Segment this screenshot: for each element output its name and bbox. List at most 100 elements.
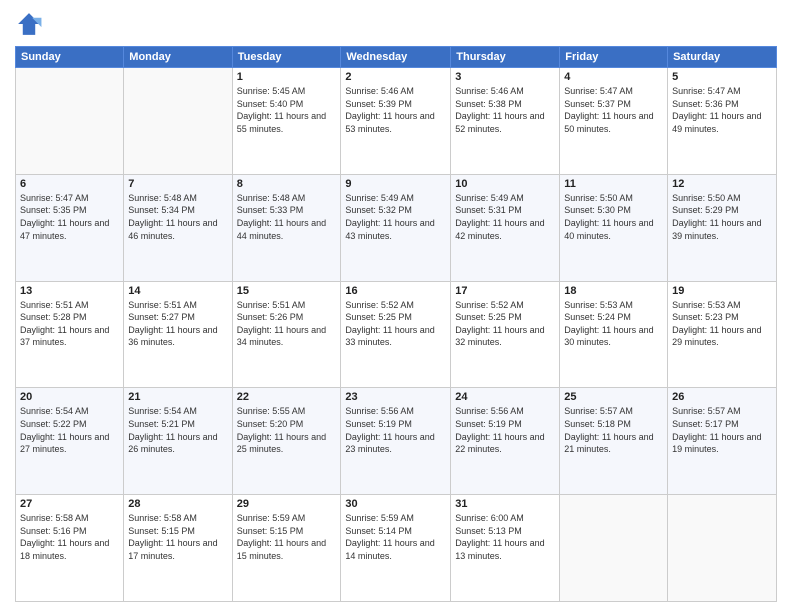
day-cell-1: 1 Sunrise: 5:45 AM Sunset: 5:40 PM Daylig… [232, 68, 341, 175]
col-header-wednesday: Wednesday [341, 47, 451, 68]
day-number: 27 [20, 498, 119, 510]
empty-cell [560, 495, 668, 602]
day-cell-29: 29 Sunrise: 5:59 AM Sunset: 5:15 PM Dayli… [232, 495, 341, 602]
day-cell-16: 16 Sunrise: 5:52 AM Sunset: 5:25 PM Dayli… [341, 281, 451, 388]
calendar-table: SundayMondayTuesdayWednesdayThursdayFrid… [15, 46, 777, 602]
day-number: 26 [672, 391, 772, 403]
day-cell-15: 15 Sunrise: 5:51 AM Sunset: 5:26 PM Dayli… [232, 281, 341, 388]
day-cell-19: 19Sunrise: 5:53 AM Sunset: 5:23 PM Dayli… [668, 281, 777, 388]
col-header-monday: Monday [124, 47, 232, 68]
empty-cell [16, 68, 124, 175]
day-number: 12 [672, 178, 772, 190]
day-info: Sunrise: 5:57 AM Sunset: 5:18 PM Dayligh… [564, 405, 663, 455]
day-cell-5: 5Sunrise: 5:47 AM Sunset: 5:36 PM Daylig… [668, 68, 777, 175]
day-cell-6: 6 Sunrise: 5:47 AM Sunset: 5:35 PM Daylig… [16, 174, 124, 281]
day-cell-4: 4 Sunrise: 5:47 AM Sunset: 5:37 PM Daylig… [560, 68, 668, 175]
day-info: Sunrise: 5:50 AM Sunset: 5:30 PM Dayligh… [564, 192, 663, 242]
day-number: 6 [20, 178, 119, 190]
day-cell-10: 10 Sunrise: 5:49 AM Sunset: 5:31 PM Dayli… [451, 174, 560, 281]
day-number: 3 [455, 71, 555, 83]
day-number: 21 [128, 391, 227, 403]
day-info: Sunrise: 5:47 AM Sunset: 5:35 PM Dayligh… [20, 192, 119, 242]
day-cell-27: 27 Sunrise: 5:58 AM Sunset: 5:16 PM Dayli… [16, 495, 124, 602]
day-info: Sunrise: 5:51 AM Sunset: 5:28 PM Dayligh… [20, 299, 119, 349]
day-number: 19 [672, 285, 772, 297]
day-cell-24: 24 Sunrise: 5:56 AM Sunset: 5:19 PM Dayli… [451, 388, 560, 495]
day-number: 28 [128, 498, 227, 510]
day-number: 11 [564, 178, 663, 190]
col-header-friday: Friday [560, 47, 668, 68]
day-number: 24 [455, 391, 555, 403]
day-cell-11: 11 Sunrise: 5:50 AM Sunset: 5:30 PM Dayli… [560, 174, 668, 281]
day-number: 23 [345, 391, 446, 403]
day-number: 4 [564, 71, 663, 83]
day-info: Sunrise: 5:52 AM Sunset: 5:25 PM Dayligh… [345, 299, 446, 349]
day-info: Sunrise: 5:46 AM Sunset: 5:39 PM Dayligh… [345, 85, 446, 135]
day-number: 30 [345, 498, 446, 510]
day-cell-18: 18 Sunrise: 5:53 AM Sunset: 5:24 PM Dayli… [560, 281, 668, 388]
day-number: 29 [237, 498, 337, 510]
day-cell-9: 9 Sunrise: 5:49 AM Sunset: 5:32 PM Daylig… [341, 174, 451, 281]
day-cell-2: 2 Sunrise: 5:46 AM Sunset: 5:39 PM Daylig… [341, 68, 451, 175]
day-info: Sunrise: 5:54 AM Sunset: 5:22 PM Dayligh… [20, 405, 119, 455]
day-cell-8: 8 Sunrise: 5:48 AM Sunset: 5:33 PM Daylig… [232, 174, 341, 281]
day-info: Sunrise: 5:47 AM Sunset: 5:36 PM Dayligh… [672, 85, 772, 135]
day-cell-28: 28Sunrise: 5:58 AM Sunset: 5:15 PM Dayli… [124, 495, 232, 602]
day-info: Sunrise: 5:51 AM Sunset: 5:26 PM Dayligh… [237, 299, 337, 349]
col-header-thursday: Thursday [451, 47, 560, 68]
empty-cell [668, 495, 777, 602]
col-header-saturday: Saturday [668, 47, 777, 68]
day-number: 2 [345, 71, 446, 83]
day-info: Sunrise: 5:56 AM Sunset: 5:19 PM Dayligh… [345, 405, 446, 455]
col-header-tuesday: Tuesday [232, 47, 341, 68]
day-cell-7: 7Sunrise: 5:48 AM Sunset: 5:34 PM Daylig… [124, 174, 232, 281]
day-info: Sunrise: 5:50 AM Sunset: 5:29 PM Dayligh… [672, 192, 772, 242]
day-number: 18 [564, 285, 663, 297]
day-cell-20: 20 Sunrise: 5:54 AM Sunset: 5:22 PM Dayli… [16, 388, 124, 495]
day-number: 17 [455, 285, 555, 297]
day-cell-22: 22 Sunrise: 5:55 AM Sunset: 5:20 PM Dayli… [232, 388, 341, 495]
day-info: Sunrise: 5:45 AM Sunset: 5:40 PM Dayligh… [237, 85, 337, 135]
day-info: Sunrise: 5:55 AM Sunset: 5:20 PM Dayligh… [237, 405, 337, 455]
day-cell-23: 23 Sunrise: 5:56 AM Sunset: 5:19 PM Dayli… [341, 388, 451, 495]
day-number: 14 [128, 285, 227, 297]
day-number: 31 [455, 498, 555, 510]
day-info: Sunrise: 5:47 AM Sunset: 5:37 PM Dayligh… [564, 85, 663, 135]
day-info: Sunrise: 5:54 AM Sunset: 5:21 PM Dayligh… [128, 405, 227, 455]
day-cell-26: 26 Sunrise: 5:57 AM Sunset: 5:17 PM Dayli… [668, 388, 777, 495]
day-info: Sunrise: 5:52 AM Sunset: 5:25 PM Dayligh… [455, 299, 555, 349]
day-info: Sunrise: 5:53 AM Sunset: 5:24 PM Dayligh… [564, 299, 663, 349]
day-info: Sunrise: 5:48 AM Sunset: 5:33 PM Dayligh… [237, 192, 337, 242]
day-info: Sunrise: 5:49 AM Sunset: 5:32 PM Dayligh… [345, 192, 446, 242]
day-info: Sunrise: 5:59 AM Sunset: 5:15 PM Dayligh… [237, 512, 337, 562]
day-cell-25: 25 Sunrise: 5:57 AM Sunset: 5:18 PM Dayli… [560, 388, 668, 495]
day-info: Sunrise: 5:51 AM Sunset: 5:27 PM Dayligh… [128, 299, 227, 349]
day-info: Sunrise: 5:57 AM Sunset: 5:17 PM Dayligh… [672, 405, 772, 455]
empty-cell [124, 68, 232, 175]
day-number: 13 [20, 285, 119, 297]
day-cell-17: 17 Sunrise: 5:52 AM Sunset: 5:25 PM Dayli… [451, 281, 560, 388]
col-header-sunday: Sunday [16, 47, 124, 68]
day-number: 9 [345, 178, 446, 190]
logo-icon [15, 10, 43, 38]
day-number: 7 [128, 178, 227, 190]
logo [15, 10, 47, 38]
day-number: 15 [237, 285, 337, 297]
day-cell-30: 30Sunrise: 5:59 AM Sunset: 5:14 PM Dayli… [341, 495, 451, 602]
day-info: Sunrise: 5:56 AM Sunset: 5:19 PM Dayligh… [455, 405, 555, 455]
day-number: 22 [237, 391, 337, 403]
day-info: Sunrise: 5:46 AM Sunset: 5:38 PM Dayligh… [455, 85, 555, 135]
day-cell-3: 3 Sunrise: 5:46 AM Sunset: 5:38 PM Daylig… [451, 68, 560, 175]
day-number: 20 [20, 391, 119, 403]
day-number: 1 [237, 71, 337, 83]
day-info: Sunrise: 5:58 AM Sunset: 5:16 PM Dayligh… [20, 512, 119, 562]
day-info: Sunrise: 5:49 AM Sunset: 5:31 PM Dayligh… [455, 192, 555, 242]
day-number: 10 [455, 178, 555, 190]
day-number: 25 [564, 391, 663, 403]
day-cell-21: 21 Sunrise: 5:54 AM Sunset: 5:21 PM Dayli… [124, 388, 232, 495]
day-number: 8 [237, 178, 337, 190]
day-number: 16 [345, 285, 446, 297]
day-cell-13: 13 Sunrise: 5:51 AM Sunset: 5:28 PM Dayli… [16, 281, 124, 388]
day-cell-31: 31Sunrise: 6:00 AM Sunset: 5:13 PM Dayli… [451, 495, 560, 602]
day-cell-14: 14 Sunrise: 5:51 AM Sunset: 5:27 PM Dayli… [124, 281, 232, 388]
